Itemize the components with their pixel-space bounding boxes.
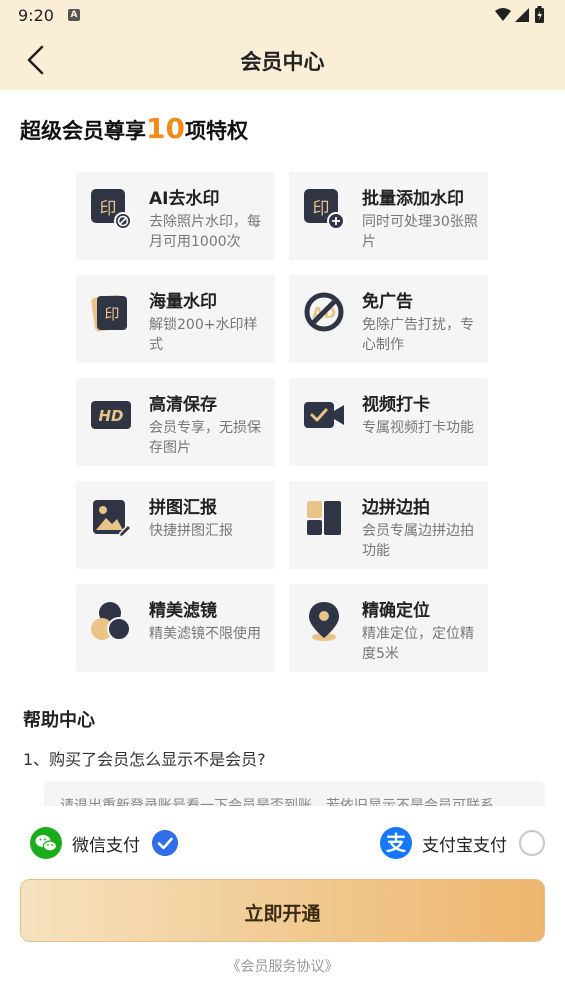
feature-title: 边拼边拍 [362, 498, 430, 518]
feature-card-filters: 精美滤镜 精美滤镜不限使用 [76, 584, 275, 672]
stamp-add-icon: 印 [304, 189, 345, 230]
feature-desc: 会员专属边拼边拍功能 [362, 523, 474, 559]
feature-title: 免广告 [362, 292, 413, 312]
privilege-count: 10 [146, 112, 185, 145]
location-pin-icon [309, 602, 339, 641]
feature-card-no-ads: AD 免广告 免除广告打扰，专心制作 [289, 275, 488, 363]
service-agreement-row: 《会员服务协议》 [0, 956, 565, 976]
wechat-icon [30, 827, 62, 859]
activate-button-label: 立即开通 [244, 903, 321, 925]
alipay-option[interactable]: 支 支付宝支付 [380, 826, 545, 860]
feature-desc: 解锁200+水印样式 [149, 317, 258, 353]
feature-desc: 专属视频打卡功能 [362, 420, 474, 436]
status-icons [495, 6, 544, 23]
wechat-pay-label: 微信支付 [72, 835, 140, 856]
privilege-heading-suffix: 项特权 [184, 119, 248, 143]
feature-title: 精确定位 [362, 601, 430, 621]
wechat-pay-option[interactable]: 微信支付 [30, 826, 178, 860]
wechat-radio-checked-icon[interactable] [152, 830, 178, 856]
feature-card-batch-watermark: 印 批量添加水印 同时可处理30张照片 [289, 172, 488, 260]
feature-title: 海量水印 [149, 292, 217, 312]
feature-title: 精美滤镜 [149, 601, 217, 621]
feature-desc: 精准定位，定位精度5米 [362, 626, 474, 662]
svg-text:印: 印 [313, 199, 330, 219]
no-ad-icon: AD [304, 292, 344, 332]
payment-panel: 微信支付 支 支付宝支付 立即开通 《会员服务协议》 [0, 806, 565, 1004]
feature-card-split-shoot: 边拼边拍 会员专属边拼边拍功能 [289, 481, 488, 569]
feature-title: 高清保存 [149, 395, 217, 415]
header-area: 9:20 A 会员中心 [0, 0, 565, 90]
filter-icon [91, 602, 131, 641]
page-title: 会员中心 [240, 50, 325, 74]
privilege-grid: 印 AI去水印 去除照片水印，每月可用1000次 印 批量添加水印 同时可处理3… [76, 172, 488, 672]
feature-card-video-checkin: 视频打卡 专属视频打卡功能 [289, 378, 488, 466]
svg-text:支: 支 [386, 831, 407, 855]
feature-desc: 免除广告打扰，专心制作 [362, 317, 474, 353]
help-center-title: 帮助中心 [23, 710, 95, 731]
collage-icon [93, 500, 132, 539]
feature-desc: 快捷拼图汇报 [149, 523, 233, 539]
notification-a-icon: A [68, 9, 80, 21]
svg-text:印: 印 [100, 199, 117, 219]
feature-desc: 去除照片水印，每月可用1000次 [149, 214, 261, 250]
signal-icon [515, 8, 529, 22]
video-check-icon [304, 402, 344, 428]
feature-title: AI去水印 [149, 189, 220, 209]
nav-bar: 会员中心 [0, 32, 565, 90]
faq-question[interactable]: 1、购买了会员怎么显示不是会员? [23, 746, 266, 770]
feature-card-hd-save: HD 高清保存 会员专享，无损保存图片 [76, 378, 275, 466]
feature-desc: 会员专享，无损保存图片 [149, 420, 261, 456]
feature-card-massive-watermarks: 印 海量水印 解锁200+水印样式 [76, 275, 275, 363]
privilege-heading: 超级会员尊享10项特权 [20, 112, 248, 145]
alipay-icon: 支 [380, 827, 412, 859]
privilege-heading-prefix: 超级会员尊享 [20, 119, 146, 143]
feature-card-ai-watermark-removal: 印 AI去水印 去除照片水印，每月可用1000次 [76, 172, 275, 260]
service-agreement-link[interactable]: 《会员服务协议》 [227, 959, 339, 975]
hd-icon: HD [91, 401, 131, 429]
gesture-bar [0, 994, 565, 1004]
feature-title: 拼图汇报 [149, 498, 217, 518]
status-bar: 9:20 A [0, 0, 565, 32]
status-time: 9:20 [18, 6, 54, 25]
stamp-remove-icon: 印 [91, 189, 132, 230]
wifi-icon [495, 8, 511, 21]
split-layout-icon [307, 501, 341, 535]
alipay-label: 支付宝支付 [422, 835, 507, 856]
feature-card-collage-report: 拼图汇报 快捷拼图汇报 [76, 481, 275, 569]
faq-answer-box: 请退出重新登录账号看一下会员是否到账，若依旧显示不是会员可联系 [44, 781, 545, 807]
feature-desc: 同时可处理30张照片 [362, 214, 478, 250]
svg-text:HD: HD [98, 407, 123, 425]
feature-desc: 精美滤镜不限使用 [149, 626, 261, 642]
feature-title: 视频打卡 [362, 395, 430, 415]
stamp-stack-icon: 印 [91, 294, 127, 332]
feature-card-precise-location: 精确定位 精准定位，定位精度5米 [289, 584, 488, 672]
feature-title: 批量添加水印 [362, 189, 464, 209]
activate-button[interactable]: 立即开通 [20, 879, 545, 942]
svg-text:印: 印 [104, 305, 119, 323]
alipay-radio-unchecked-icon[interactable] [519, 830, 545, 856]
